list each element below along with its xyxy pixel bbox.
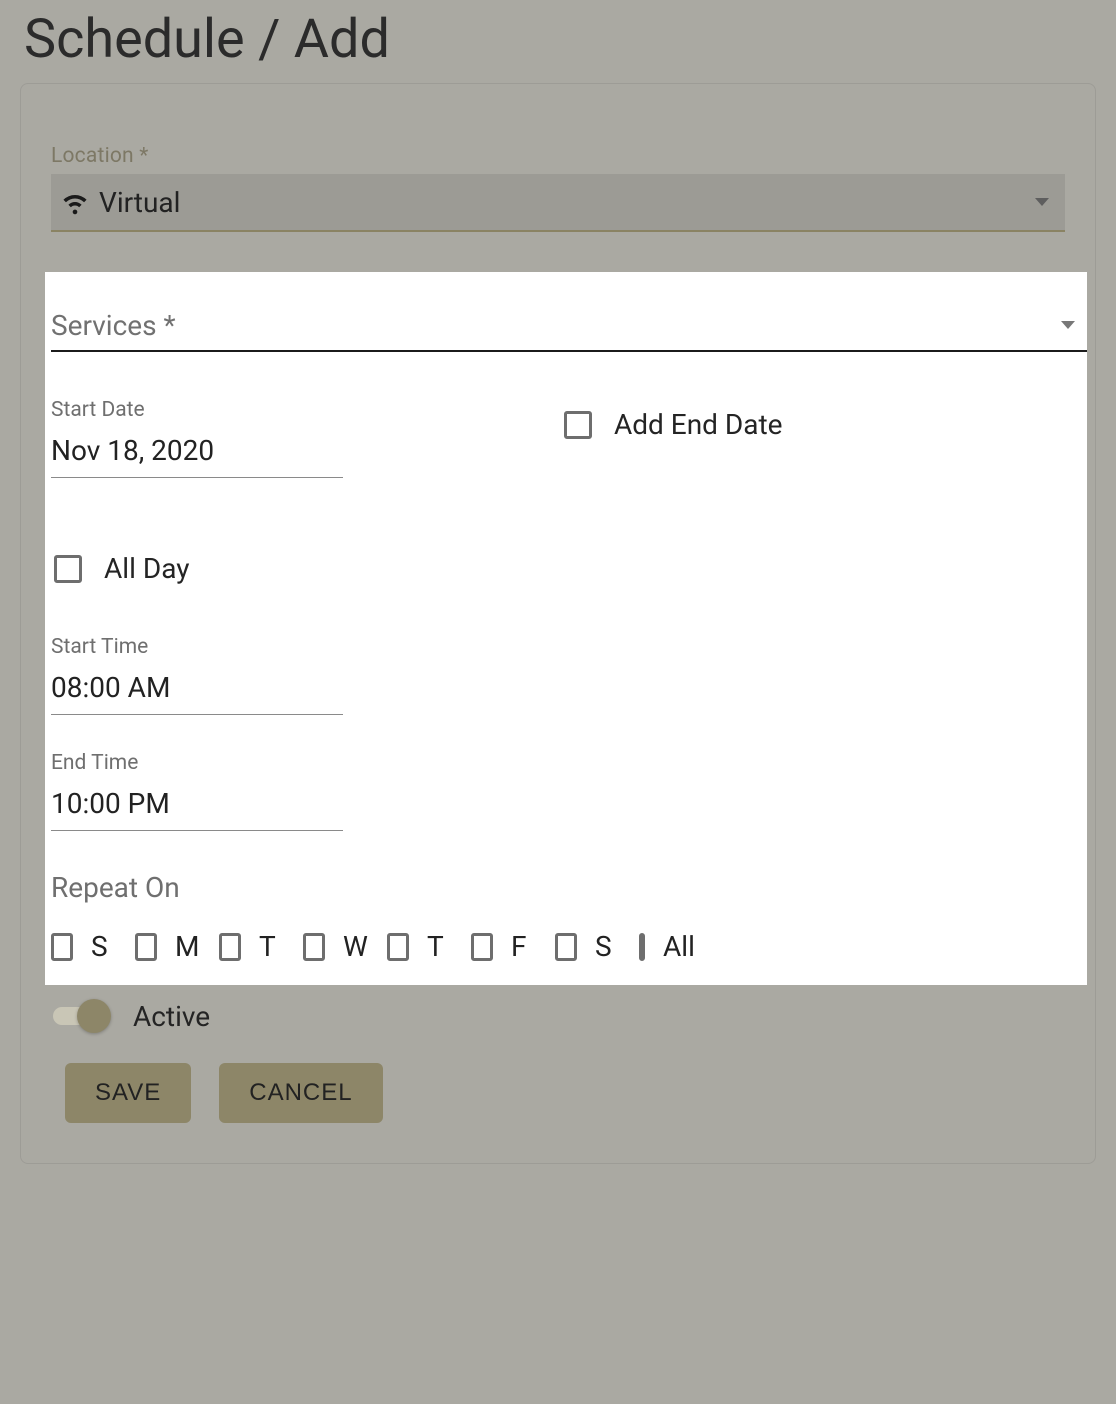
repeat-day-sun[interactable]: S bbox=[51, 930, 113, 963]
repeat-day-thu[interactable]: T bbox=[387, 930, 449, 963]
active-label: Active bbox=[133, 1000, 210, 1033]
checkbox-icon bbox=[564, 411, 592, 439]
save-button[interactable]: SAVE bbox=[65, 1063, 191, 1123]
location-select[interactable]: Virtual bbox=[51, 174, 1065, 232]
cancel-button[interactable]: CANCEL bbox=[219, 1063, 382, 1123]
repeat-day-mon[interactable]: M bbox=[135, 930, 197, 963]
checkbox-icon bbox=[387, 933, 409, 961]
page-title: Schedule / Add bbox=[0, 0, 1116, 83]
wifi-icon bbox=[61, 188, 89, 216]
checkbox-icon bbox=[135, 933, 157, 961]
toggle-thumb bbox=[77, 999, 111, 1033]
repeat-on-label: Repeat On bbox=[51, 871, 1087, 904]
checkbox-icon bbox=[471, 933, 493, 961]
checkbox-icon bbox=[54, 555, 82, 583]
location-value: Virtual bbox=[99, 186, 180, 219]
start-date-label: Start Date bbox=[51, 398, 564, 422]
dropdown-arrow-icon bbox=[1035, 198, 1049, 206]
checkbox-icon bbox=[555, 933, 577, 961]
repeat-day-sat[interactable]: S bbox=[555, 930, 617, 963]
all-day-label: All Day bbox=[104, 552, 189, 585]
end-time-label: End Time bbox=[51, 751, 1087, 775]
repeat-all-label: All bbox=[663, 930, 695, 963]
repeat-day-all[interactable]: All bbox=[639, 930, 695, 963]
repeat-day-label: S bbox=[91, 930, 113, 963]
dropdown-arrow-icon bbox=[1061, 321, 1075, 329]
repeat-day-fri[interactable]: F bbox=[471, 930, 533, 963]
repeat-day-label: F bbox=[511, 930, 533, 963]
form-card: Location * Virtual Services * Start Date… bbox=[20, 83, 1096, 1164]
start-time-label: Start Time bbox=[51, 635, 1087, 659]
repeat-day-label: W bbox=[343, 930, 365, 963]
repeat-day-label: S bbox=[595, 930, 617, 963]
services-placeholder: Services * bbox=[51, 309, 176, 342]
active-toggle[interactable] bbox=[53, 999, 111, 1033]
checkbox-icon bbox=[303, 933, 325, 961]
repeat-day-label: M bbox=[175, 930, 197, 963]
services-select[interactable]: Services * bbox=[51, 300, 1087, 352]
white-panel: Services * Start Date Nov 18, 2020 Add E… bbox=[45, 272, 1087, 985]
location-field-wrapper: Location * Virtual bbox=[51, 144, 1065, 232]
end-time-input[interactable]: 10:00 PM bbox=[51, 787, 343, 831]
all-day-checkbox[interactable]: All Day bbox=[54, 552, 1087, 585]
repeat-day-label: T bbox=[259, 930, 281, 963]
start-time-input[interactable]: 08:00 AM bbox=[51, 671, 343, 715]
checkbox-icon bbox=[639, 933, 645, 961]
start-date-input[interactable]: Nov 18, 2020 bbox=[51, 434, 343, 478]
checkbox-icon bbox=[219, 933, 241, 961]
location-label: Location * bbox=[51, 144, 1065, 168]
repeat-day-tue[interactable]: T bbox=[219, 930, 281, 963]
repeat-day-wed[interactable]: W bbox=[303, 930, 365, 963]
checkbox-icon bbox=[51, 933, 73, 961]
repeat-day-label: T bbox=[427, 930, 449, 963]
active-toggle-row: Active bbox=[53, 999, 1065, 1033]
repeat-row: S M T W T F S All bbox=[51, 930, 1087, 963]
add-end-date-label: Add End Date bbox=[614, 408, 783, 441]
add-end-date-checkbox[interactable]: Add End Date bbox=[564, 408, 1077, 441]
